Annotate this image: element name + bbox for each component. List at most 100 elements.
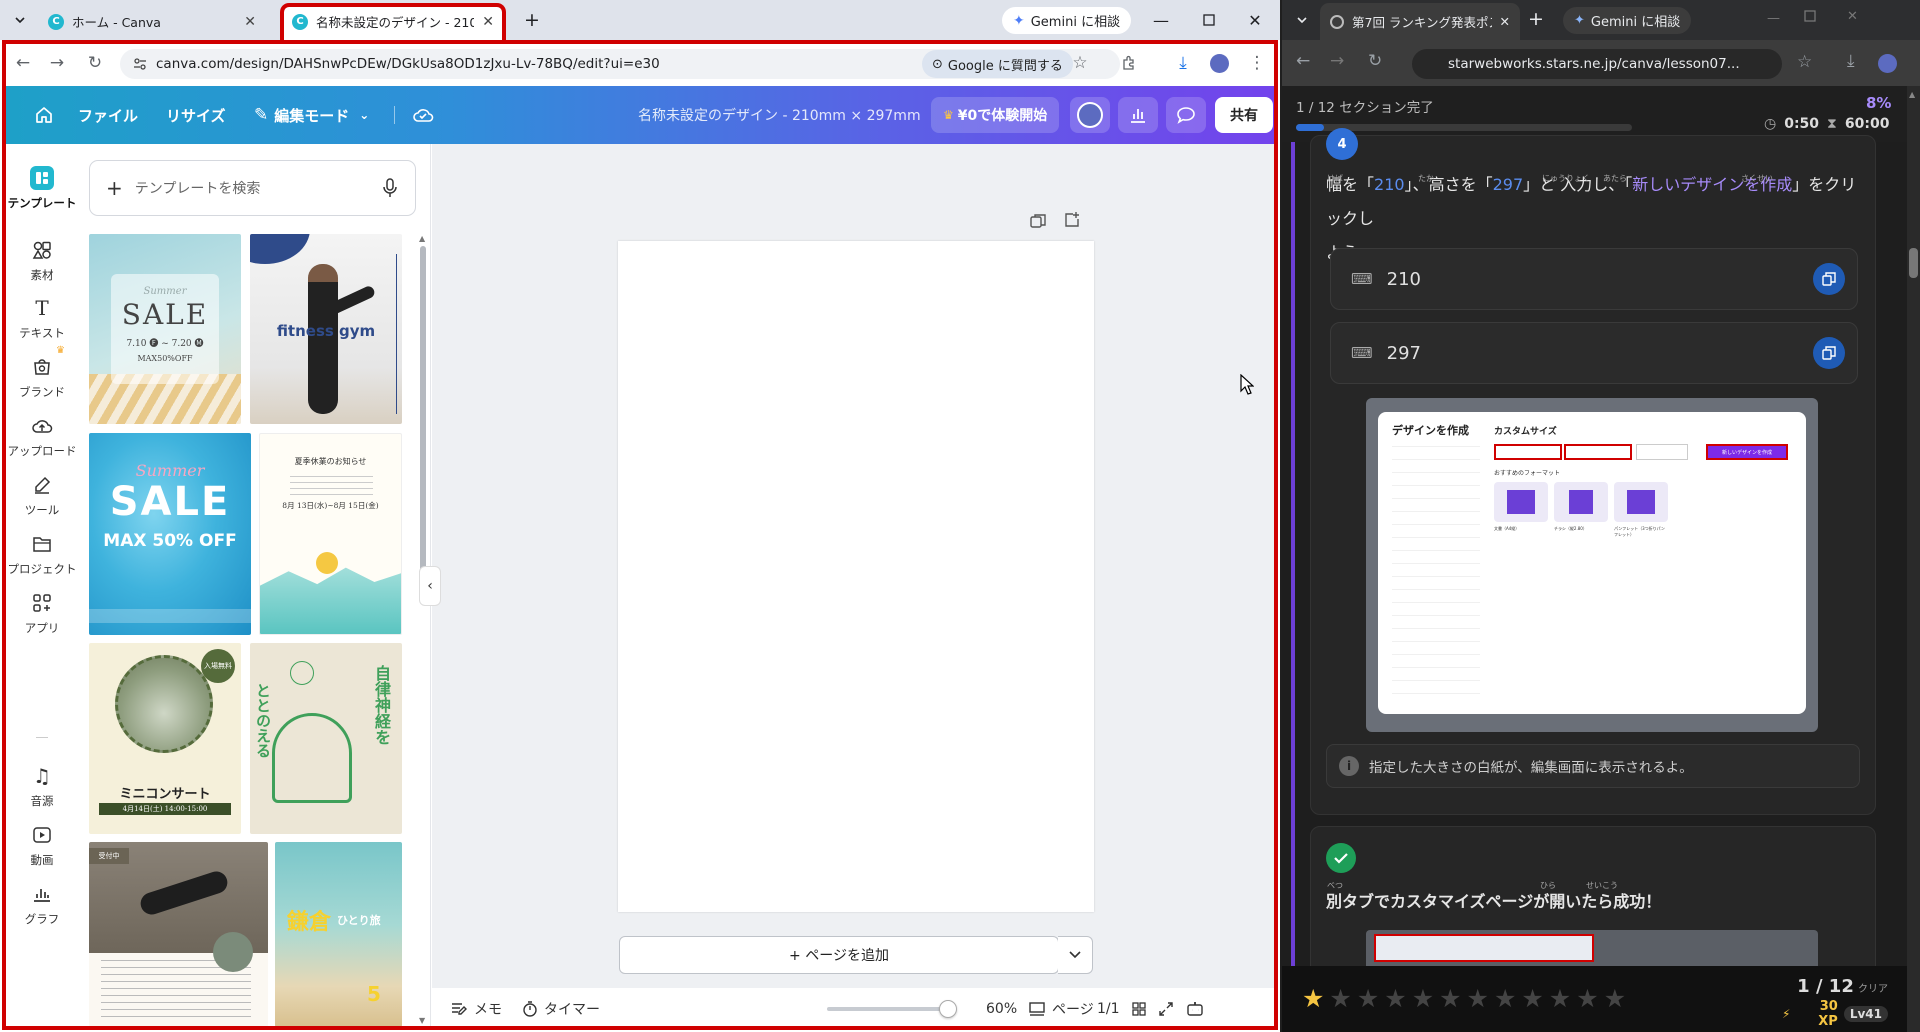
info-icon: i — [1339, 756, 1359, 776]
bookmark-star-icon[interactable]: ☆ — [1797, 52, 1812, 72]
file-menu[interactable]: ファイル — [78, 86, 138, 144]
google-ask-button[interactable]: ⊙ Google に質問する — [922, 50, 1073, 78]
zoom-slider[interactable] — [827, 988, 962, 1029]
rail-video[interactable]: 動画 — [6, 823, 78, 868]
tab-search-button[interactable] — [1290, 8, 1314, 32]
rail-audio[interactable]: ♫ 音源 — [6, 764, 78, 809]
bookmark-star-icon[interactable]: ☆ — [1069, 52, 1091, 74]
template-summer-holiday-notice[interactable]: 夏季休業のお知らせ 8月 13日(水)~8月 15日(金) — [259, 433, 402, 635]
rail-text[interactable]: T テキスト — [6, 296, 78, 341]
cloud-save-icon[interactable] — [412, 86, 434, 144]
copy-button[interactable] — [1813, 337, 1845, 369]
browser-menu-icon[interactable]: ⋮ — [1246, 52, 1268, 74]
new-tab-button[interactable]: + — [1528, 8, 1544, 30]
duplicate-page-icon[interactable] — [1029, 212, 1047, 230]
star-icon: ★ — [1411, 984, 1435, 1013]
rail-templates[interactable]: テンプレート — [6, 166, 78, 211]
add-page-dropdown[interactable] — [1058, 936, 1093, 974]
close-window-button[interactable]: ✕ — [1232, 0, 1278, 40]
panel-scrollbar[interactable] — [420, 246, 426, 576]
template-search-input[interactable]: + テンプレートを検索 — [89, 160, 416, 216]
rail-label: グラフ — [24, 912, 60, 926]
ruby-text: べつ — [1327, 881, 1343, 890]
rail-elements[interactable]: 素材 — [6, 238, 78, 283]
home-button[interactable] — [26, 86, 62, 144]
forward-icon[interactable]: → — [46, 52, 68, 74]
back-icon[interactable]: ← — [1296, 51, 1310, 71]
rail-tools[interactable]: ツール — [6, 473, 78, 518]
maximize-button[interactable] — [1804, 10, 1816, 22]
close-tab-icon[interactable]: ✕ — [244, 14, 256, 30]
grid-view-icon[interactable] — [1131, 988, 1147, 1029]
comments-button[interactable] — [1166, 97, 1206, 133]
rail-label: 音源 — [30, 794, 54, 808]
profile-avatar[interactable] — [1210, 54, 1229, 73]
template-autonomic-nerve[interactable]: 自律神経を ととのえる — [250, 643, 402, 834]
close-window-button[interactable]: ✕ — [1847, 9, 1858, 24]
share-button[interactable]: 共有 — [1215, 97, 1273, 133]
notes-button[interactable]: メモ — [450, 988, 502, 1029]
forward-icon[interactable]: → — [1330, 51, 1344, 71]
reload-icon[interactable]: ↻ — [84, 52, 106, 74]
pages-toggle[interactable]: ページ — [1028, 988, 1094, 1029]
insights-button[interactable] — [1118, 97, 1158, 133]
template-yoga[interactable]: 受付中 — [89, 842, 268, 1027]
document-title[interactable]: 名称未設定のデザイン - 210mm × 297mm — [638, 86, 921, 144]
tab-canva-design[interactable]: C 名称未設定のデザイン - 210 × 297 ✕ — [282, 3, 504, 40]
avatar — [1077, 102, 1103, 128]
rail-upload[interactable]: アップロード — [6, 414, 78, 459]
back-icon[interactable]: ← — [12, 52, 34, 74]
rail-apps[interactable]: アプリ — [6, 591, 78, 636]
rail-brand[interactable]: ブランド ♛ — [6, 345, 78, 400]
extensions-icon[interactable] — [1118, 52, 1140, 74]
zoom-slider-knob[interactable] — [939, 999, 958, 1018]
maximize-button[interactable] — [1186, 0, 1232, 40]
site-info-icon[interactable] — [132, 56, 148, 72]
microphone-icon[interactable] — [382, 177, 398, 199]
edit-mode-menu[interactable]: ✎ 編集モード ⌄ — [254, 86, 369, 144]
scroll-down-icon[interactable]: ▼ — [419, 1016, 425, 1025]
close-tab-icon[interactable]: ✕ — [482, 14, 494, 30]
add-page-button[interactable]: + ページを追加 — [619, 936, 1059, 974]
copy-button[interactable] — [1813, 263, 1845, 295]
tab-lesson[interactable]: 第7回 ランキング発表ポスターを作 ✕ — [1320, 3, 1520, 40]
blank-design-page[interactable] — [618, 241, 1094, 912]
scroll-up-icon[interactable]: ▲ — [419, 234, 425, 243]
gemini-button[interactable]: ✦ Gemini に相談 — [1002, 7, 1132, 34]
tab-search-button[interactable] — [8, 8, 32, 32]
download-icon[interactable]: ⤓ — [1172, 52, 1194, 74]
reload-icon[interactable]: ↻ — [1368, 51, 1382, 71]
resize-menu[interactable]: リサイズ — [166, 86, 226, 144]
rail-chart[interactable]: グラフ — [6, 882, 78, 927]
new-tab-button[interactable]: + — [520, 8, 544, 32]
address-bar[interactable]: starwebworks.stars.ne.jp/canva/lesson07.… — [1412, 49, 1782, 79]
zoom-level[interactable]: 60% — [986, 988, 1017, 1029]
page-scrollbar-thumb[interactable] — [1909, 248, 1918, 278]
timer-button[interactable]: タイマー — [522, 988, 600, 1029]
page-scrollbar[interactable] — [1907, 86, 1920, 1032]
ruby-text: さくせい — [1741, 174, 1773, 183]
tab-canva-home[interactable]: C ホーム - Canva ✕ — [38, 3, 266, 40]
collapse-panel-button[interactable]: ‹ — [419, 566, 441, 606]
template-sun — [316, 552, 338, 574]
template-kamakura-trip[interactable]: 鎌倉 ひとり旅 5 — [275, 842, 402, 1027]
template-text: SALE — [121, 298, 209, 331]
user-avatar-button[interactable] — [1070, 97, 1110, 133]
template-fitness-gym[interactable]: fitness gym — [250, 234, 402, 424]
gemini-button[interactable]: ✦ Gemini に相談 — [1563, 7, 1692, 34]
scroll-up-icon[interactable]: ▲ — [1909, 90, 1915, 99]
fullscreen-icon[interactable] — [1158, 988, 1174, 1029]
free-trial-button[interactable]: ♛ ¥0で体験開始 — [931, 97, 1060, 133]
template-mini-concert[interactable]: 入場無料 ミニコンサート 4月14日(土) 14:00-15:00 — [89, 643, 241, 834]
minimize-button[interactable]: — — [1767, 11, 1780, 26]
profile-avatar[interactable] — [1878, 54, 1897, 73]
rail-projects[interactable]: プロジェクト — [6, 532, 78, 577]
assistant-icon[interactable] — [1186, 988, 1204, 1029]
template-summer-sale-beach[interactable]: Summer SALE 7.10 🅕 ~ 7.20 🅜 MAX50%OFF — [89, 234, 241, 424]
close-tab-icon[interactable]: ✕ — [1500, 14, 1510, 29]
minimize-button[interactable]: — — [1138, 0, 1184, 40]
add-page-icon[interactable] — [1063, 211, 1081, 229]
template-summer-sale-pool[interactable]: Summer SALE MAX 50% OFF — [89, 433, 251, 635]
download-icon[interactable]: ⤓ — [1847, 51, 1855, 71]
format-label: パンフレット（3つ折りパンフレット） — [1614, 526, 1665, 537]
